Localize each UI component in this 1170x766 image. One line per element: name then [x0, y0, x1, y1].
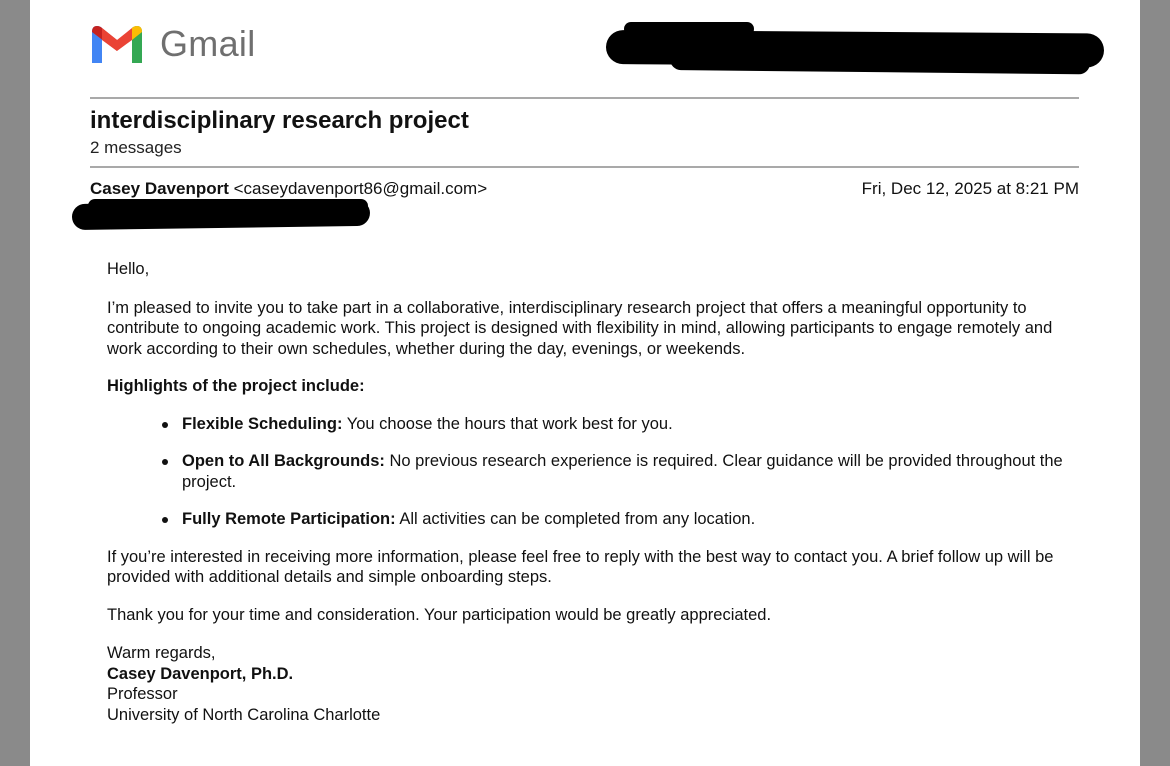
intro-paragraph: I’m pleased to invite you to take part i… — [107, 298, 1053, 358]
signature-organization: University of North Carolina Charlotte — [107, 705, 381, 724]
thanks-paragraph: Thank you for your time and consideratio… — [107, 605, 772, 624]
signature-block: Warm regards, Casey Davenport, Ph.D. Pro… — [107, 643, 1077, 725]
highlight-title: Flexible Scheduling: — [182, 414, 343, 433]
gmail-wordmark: Gmail — [160, 23, 256, 64]
highlights-heading: Highlights of the project include: — [107, 377, 365, 395]
highlight-title: Fully Remote Participation: — [182, 510, 396, 528]
message-date: Fri, Dec 12, 2025 at 8:21 PM — [861, 179, 1079, 198]
list-item: Open to All Backgrounds: No previous res… — [162, 451, 1077, 492]
message-count: 2 messages — [90, 138, 182, 157]
gmail-m-logo-icon — [92, 26, 142, 63]
followup-paragraph: If you’re interested in receiving more i… — [107, 547, 1054, 587]
highlight-text: All activities can be completed from any… — [399, 510, 756, 528]
signoff: Warm regards, — [107, 644, 216, 662]
list-item: Flexible Scheduling: You choose the hour… — [162, 414, 1077, 435]
sender-name: Casey Davenport — [90, 179, 229, 198]
subject-divider — [90, 166, 1079, 168]
highlight-title: Open to All Backgrounds: — [182, 452, 385, 470]
printed-email-page: Gmail interdisciplinary research project… — [30, 0, 1140, 766]
sender-email: <caseydavenport86@gmail.com> — [233, 179, 488, 198]
gmail-header: Gmail — [90, 22, 256, 66]
highlights-list: Flexible Scheduling: You choose the hour… — [107, 414, 1077, 530]
thread-subject: interdisciplinary research project — [90, 107, 469, 134]
signature-name: Casey Davenport, Ph.D. — [107, 664, 294, 683]
header-divider — [90, 97, 1079, 99]
highlight-text: You choose the hours that work best for … — [346, 414, 673, 433]
message-body: Hello, I’m pleased to invite you to take… — [107, 259, 1077, 725]
signature-title: Professor — [107, 685, 178, 703]
greeting: Hello, — [107, 260, 150, 278]
sender-line: Casey Davenport <caseydavenport86@gmail.… — [90, 179, 487, 199]
list-item: Fully Remote Participation: All activiti… — [162, 509, 1077, 530]
